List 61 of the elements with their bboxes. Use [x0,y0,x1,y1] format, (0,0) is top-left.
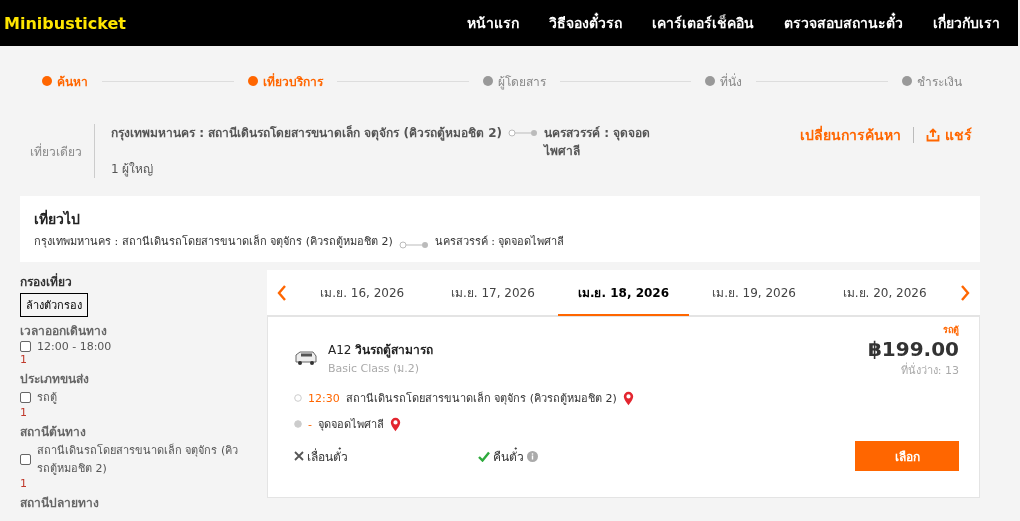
nav-link[interactable]: เกี่ยวกับเรา [933,12,1000,34]
trip-type: เที่ยวเดียว [30,142,83,161]
date-tab[interactable]: เม.ย. 16, 2026 [297,271,428,316]
passenger-count: 1 ผู้ใหญ่ [111,161,155,178]
date-tab[interactable]: เม.ย. 19, 2026 [688,271,820,316]
operator-name: A12 วินรถตู้สามารถ [328,341,434,359]
filter-count: 1 [20,353,28,366]
progress-step: ที่นั่ง [705,71,743,91]
progress-step: ชำระเงิน [902,71,962,91]
filter-group-title: ประเภทขนส่ง [20,371,90,388]
vehicle-type-tag: รถตู้ [294,323,959,337]
route-origin: กรุงเทพมหานคร : สถานีเดินรถโดยสารขนาดเล็ก จตุจักร (คิวรถตู้หมอชิต 2) [34,235,393,248]
progress-step: ผู้โดยสาร [482,71,546,91]
service-class: Basic Class (ม.2) [328,360,421,377]
nav-link[interactable]: หน้าแรก [467,12,519,34]
van-icon [294,350,318,366]
filter-title: กรองเที่ยว [20,272,73,291]
ticket-policy: คืนตั๋ว [478,446,538,466]
departure-station: สถานีเดินรถโดยสารขนาดเล็ก จตุจักร (คิวรถตู้หมอชิต 2) [345,390,617,407]
route-node-icon [294,420,302,428]
date-tab[interactable]: เม.ย. 17, 2026 [427,271,559,316]
route-connector-icon [398,240,429,249]
route-destination: นครสวรรค์ : จุดจอดไพศาลี [544,125,652,160]
cross-icon [294,451,304,461]
filter-checkbox[interactable] [20,391,31,403]
filter-checkbox[interactable] [20,453,31,465]
arrival-time: - [308,417,312,431]
filter-option-label: สถานีเดินรถโดยสารขนาดเล็ก จตุจักร (คิวรถตู้หมอชิต 2) [37,442,240,477]
filter-group-title: สถานีปลายทาง [20,495,100,512]
route-destination: นครสวรรค์ : จุดจอดไพศาลี [434,235,565,248]
site-logo[interactable]: Minibusticket [4,13,126,33]
trip-price: ฿199.00 [867,337,959,361]
arrival-station: จุดจอดไพศาลี [318,417,384,433]
progress-step: ค้นหา [42,71,88,91]
nav-link[interactable]: วิธีจองตั๋วรถ [549,12,622,34]
nav-link[interactable]: ตรวจสอบสถานะตั๋ว [784,12,903,34]
info-icon [527,450,538,462]
map-pin-icon [622,390,634,406]
progress-step: เที่ยวบริการ [247,71,323,91]
chevron-left-icon [277,284,287,301]
ticket-policy: เลื่อนตั๋ว [294,446,348,466]
outbound-title: เที่ยวไป [34,208,81,229]
filter-group-title: เวลาออกเดินทาง [20,323,108,340]
route-node-icon [294,394,302,402]
clear-filters-button[interactable]: ล้างตัวกรอง [20,293,88,317]
filter-count: 1 [20,406,28,419]
share-icon [926,128,940,142]
check-icon [478,450,490,462]
filter-count: 1 [20,477,28,490]
route-origin: กรุงเทพมหานคร : สถานีเดินรถโดยสารขนาดเล็ก จตุจักร (คิวรถตู้หมอชิต 2) [111,124,502,142]
filter-option-label: 12:00 - 18:00 [37,340,112,353]
seats-available: ที่นั่งว่าง: 13 [899,361,959,379]
date-tab[interactable]: เม.ย. 20, 2026 [819,271,950,316]
filter-option-label: รถตู้ [37,390,57,406]
filter-checkbox[interactable] [20,341,31,352]
filter-group-title: สถานีต้นทาง [20,424,87,441]
chevron-right-icon [959,284,970,301]
map-pin-icon [390,416,401,432]
nav-link[interactable]: เคาร์เตอร์เช็คอิน [652,12,754,34]
departure-time: 12:30 [308,391,340,405]
route-connector-icon [508,129,538,137]
